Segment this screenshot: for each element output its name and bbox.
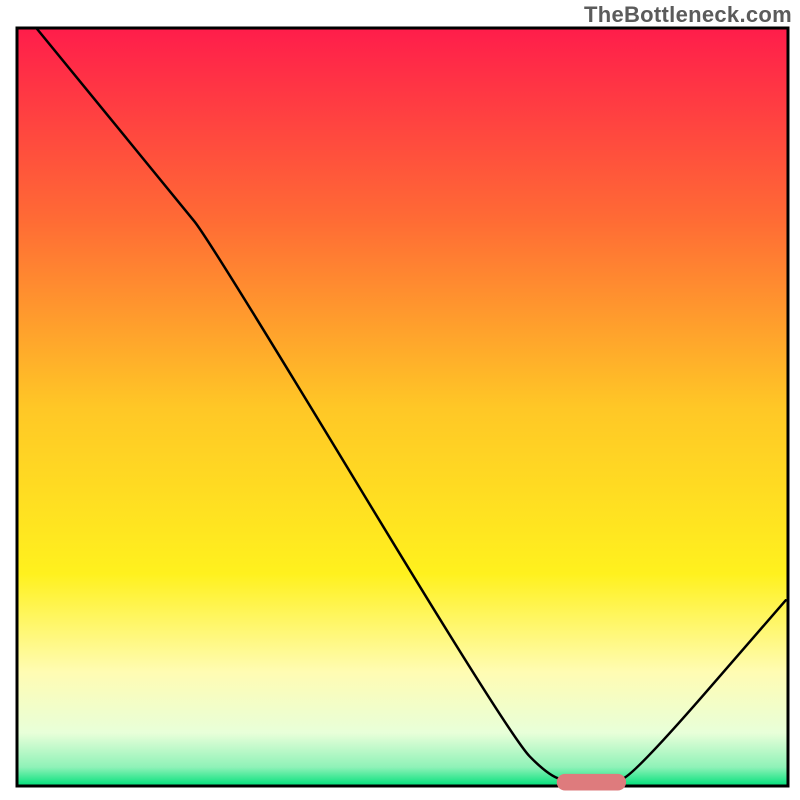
chart-root: TheBottleneck.com <box>0 0 800 800</box>
plot-background <box>17 28 788 786</box>
highlight-marker <box>557 774 626 791</box>
chart-svg <box>0 0 800 800</box>
